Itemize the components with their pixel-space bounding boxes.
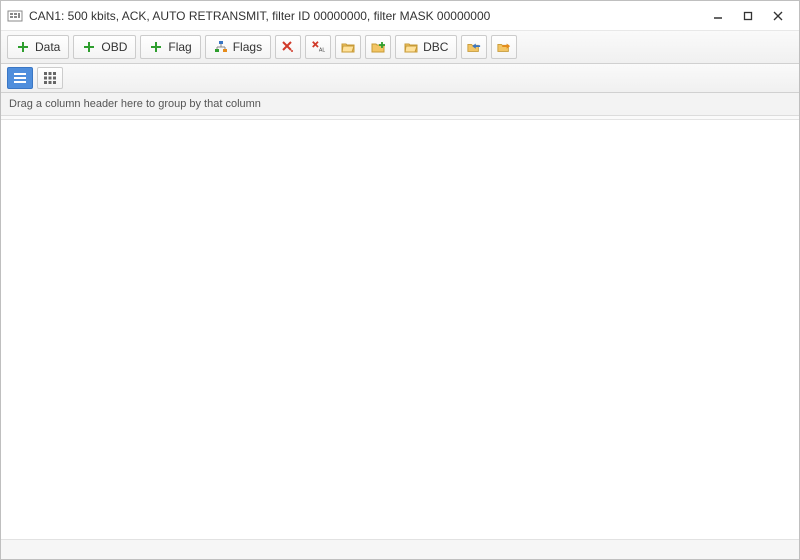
add-flag-label: Flag [168,40,191,54]
import-button[interactable] [461,35,487,59]
window-controls [703,6,793,26]
add-data-label: Data [35,40,60,54]
delete-all-button[interactable]: ALL [305,35,331,59]
window-title: CAN1: 500 kbits, ACK, AUTO RETRANSMIT, f… [29,9,703,23]
close-button[interactable] [763,6,793,26]
list-view-icon [13,71,27,85]
folder-arrow-in-icon [467,40,481,54]
flags-label: Flags [233,40,262,54]
folder-arrow-out-icon [497,40,511,54]
group-by-panel[interactable]: Drag a column header here to group by th… [1,93,799,116]
grid-view-icon [43,71,57,85]
title-bar: CAN1: 500 kbits, ACK, AUTO RETRANSMIT, f… [1,1,799,31]
folder-open-icon [341,40,355,54]
delete-all-icon: ALL [311,40,325,54]
plus-icon [82,40,96,54]
grid-body[interactable] [1,120,799,539]
add-data-button[interactable]: Data [7,35,69,59]
plus-icon [149,40,163,54]
import-folder-button[interactable] [365,35,391,59]
open-dbc-button[interactable]: DBC [395,35,457,59]
status-bar [1,539,799,559]
hierarchy-icon [214,40,228,54]
dbc-label: DBC [423,40,448,54]
open-folder-button[interactable] [335,35,361,59]
view-toolbar [1,64,799,93]
folder-open-icon [404,40,418,54]
flags-button[interactable]: Flags [205,35,271,59]
folder-plus-icon [371,40,385,54]
group-by-prompt: Drag a column header here to group by th… [9,98,261,110]
grid-view-button[interactable] [37,67,63,89]
export-button[interactable] [491,35,517,59]
main-toolbar: Data OBD Flag Flags [1,31,799,64]
maximize-button[interactable] [733,6,763,26]
add-flag-button[interactable]: Flag [140,35,200,59]
app-icon [7,8,23,24]
add-obd-button[interactable]: OBD [73,35,136,59]
delete-x-icon [281,40,295,54]
svg-text:ALL: ALL [319,47,325,53]
minimize-button[interactable] [703,6,733,26]
plus-icon [16,40,30,54]
delete-button[interactable] [275,35,301,59]
add-obd-label: OBD [101,40,127,54]
list-view-button[interactable] [7,67,33,89]
application-window: CAN1: 500 kbits, ACK, AUTO RETRANSMIT, f… [0,0,800,560]
